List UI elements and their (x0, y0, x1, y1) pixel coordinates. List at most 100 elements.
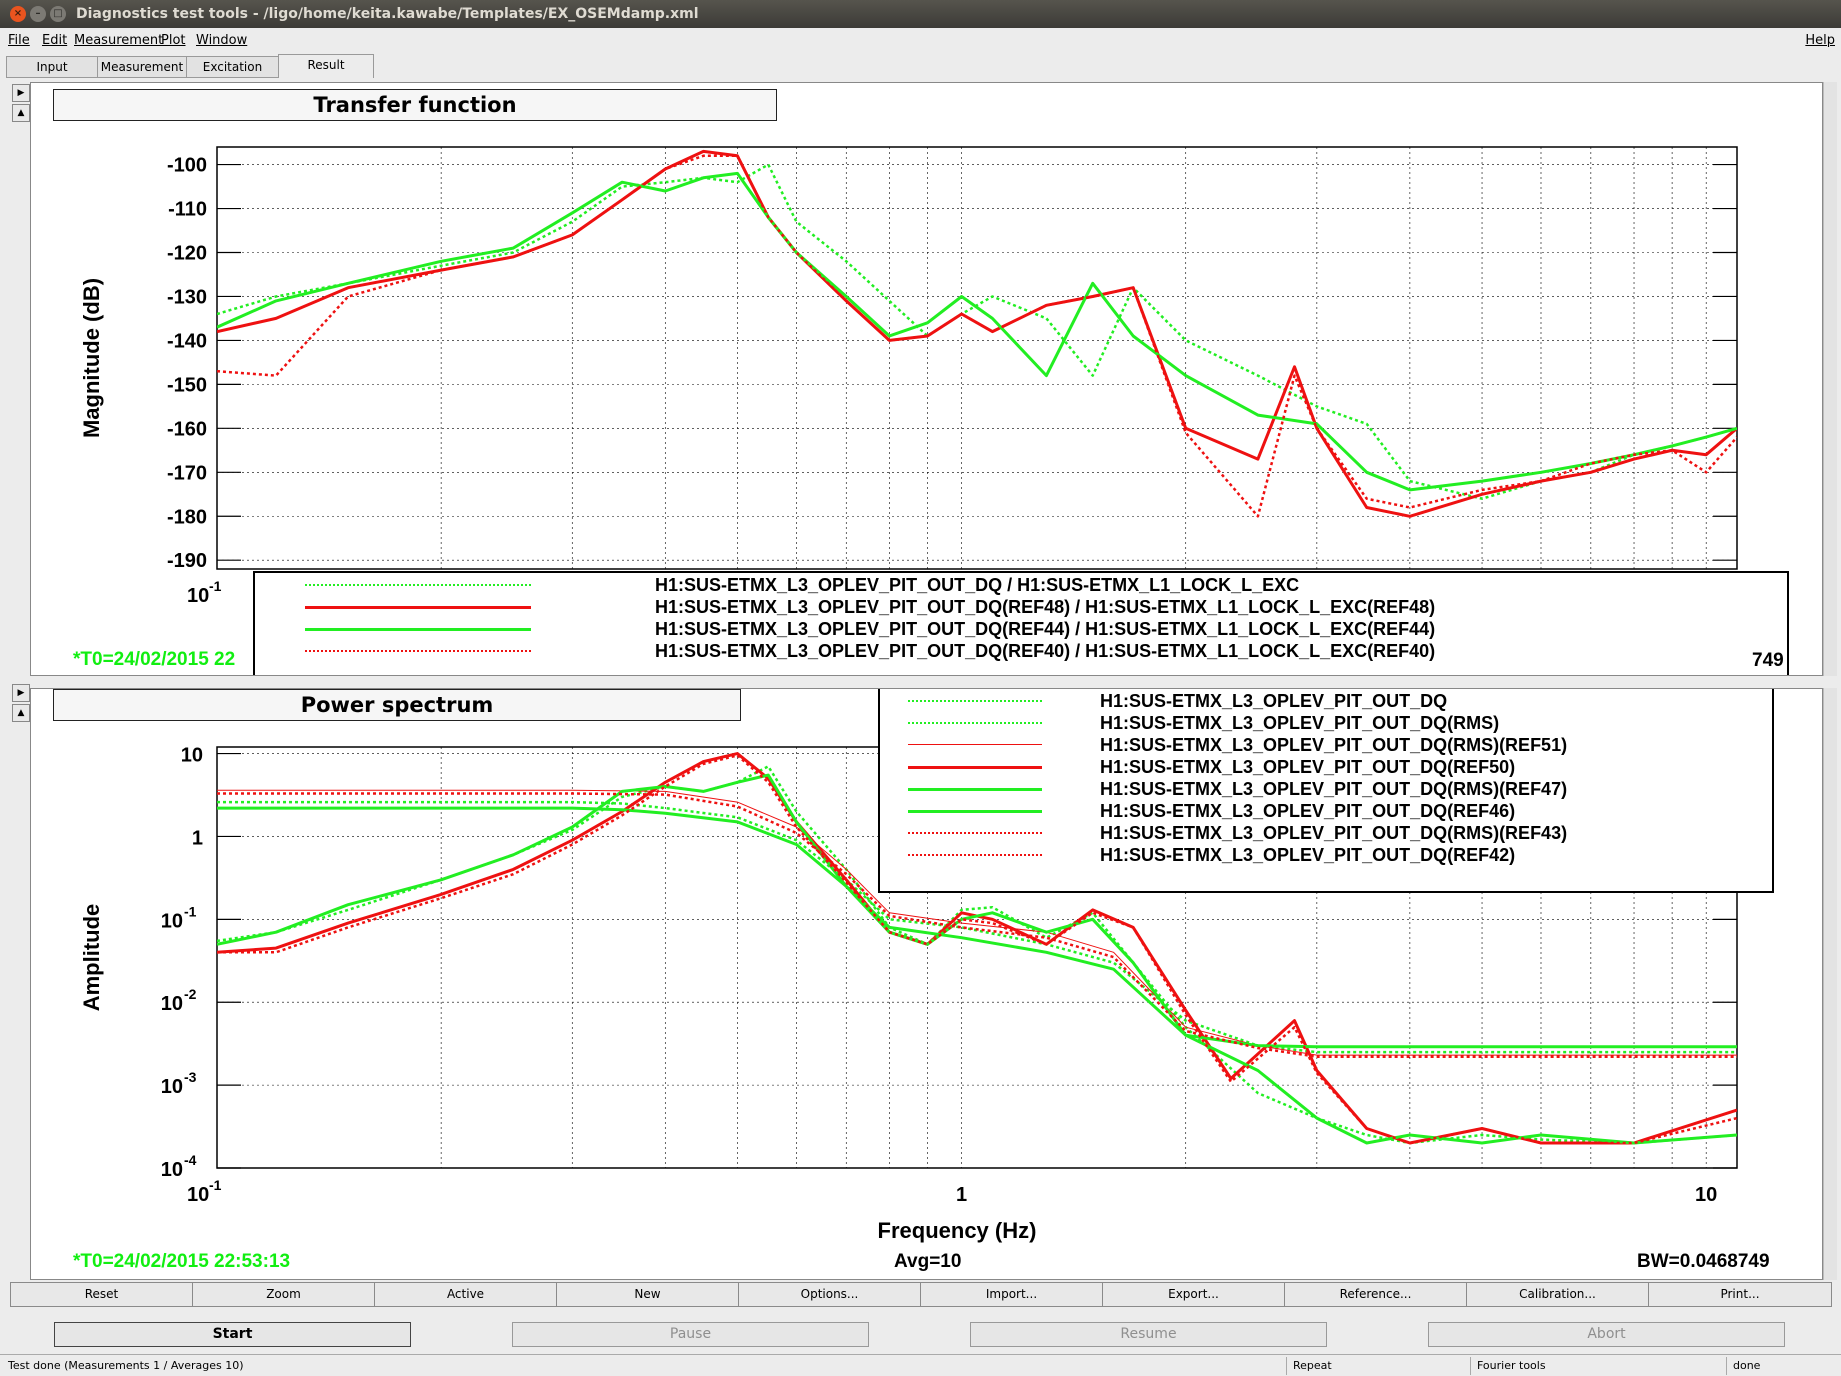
expand-arrow-icon[interactable]: ▶ (12, 684, 30, 702)
ps-avg-value: Avg=10 (894, 1251, 962, 1272)
calibration-button[interactable]: Calibration... (1466, 1282, 1649, 1307)
status-tool: Fourier tools (1470, 1357, 1726, 1375)
y-tick-label: -180 (167, 506, 207, 528)
legend-line-swatch (908, 854, 1042, 856)
zoom-button[interactable]: Zoom (192, 1282, 375, 1307)
y-tick-label: -140 (167, 330, 207, 352)
legend-entry: H1:SUS-ETMX_L3_OPLEV_PIT_OUT_DQ (880, 689, 1772, 713)
status-repeat: Repeat (1286, 1357, 1470, 1375)
start-button[interactable]: Start (54, 1322, 411, 1347)
legend-entry: H1:SUS-ETMX_L3_OPLEV_PIT_OUT_DQ(REF42) (880, 843, 1772, 867)
legend-label: H1:SUS-ETMX_L3_OPLEV_PIT_OUT_DQ(REF44) /… (655, 619, 1436, 639)
legend-label: H1:SUS-ETMX_L3_OPLEV_PIT_OUT_DQ(RMS)(REF… (1100, 735, 1568, 755)
x-tick-label: 10 (187, 1184, 209, 1206)
legend-label: H1:SUS-ETMX_L3_OPLEV_PIT_OUT_DQ(REF48) /… (655, 597, 1436, 617)
legend-label: H1:SUS-ETMX_L3_OPLEV_PIT_OUT_DQ(RMS)(REF… (1100, 823, 1568, 843)
legend-line-swatch (305, 606, 531, 609)
collapse-arrow-icon[interactable]: ▲ (12, 704, 30, 722)
legend-entry: H1:SUS-ETMX_L3_OPLEV_PIT_OUT_DQ(RMS) (880, 711, 1772, 735)
legend-entry: H1:SUS-ETMX_L3_OPLEV_PIT_OUT_DQ(RMS)(REF… (880, 821, 1772, 845)
new-button[interactable]: New (556, 1282, 739, 1307)
scrollbar[interactable] (1823, 82, 1837, 676)
menu-file[interactable]: File (8, 33, 30, 48)
active-button[interactable]: Active (374, 1282, 557, 1307)
import-button[interactable]: Import... (920, 1282, 1103, 1307)
pause-button[interactable]: Pause (512, 1322, 869, 1347)
x-axis-label: Frequency (Hz) (878, 1218, 1037, 1243)
legend-label: H1:SUS-ETMX_L3_OPLEV_PIT_OUT_DQ(REF50) (1100, 757, 1516, 777)
tf-legend: H1:SUS-ETMX_L3_OPLEV_PIT_OUT_DQ / H1:SUS… (253, 571, 1789, 675)
title-bar: × – □ Diagnostics test tools - /ligo/hom… (0, 0, 1841, 28)
legend-line-swatch (305, 650, 531, 652)
tab-input[interactable]: Input (6, 56, 98, 78)
print-button[interactable]: Print... (1648, 1282, 1832, 1307)
menu-help[interactable]: Help (1805, 33, 1835, 48)
reset-button[interactable]: Reset (10, 1282, 193, 1307)
legend-line-swatch (908, 832, 1042, 834)
window-title: Diagnostics test tools - /ligo/home/keit… (76, 6, 699, 22)
measurement-controls: Start Pause Resume Abort (0, 1322, 1841, 1352)
status-message: Test done (Measurements 1 / Averages 10) (8, 1359, 244, 1372)
y-tick-label: 1 (192, 827, 203, 849)
legend-label: H1:SUS-ETMX_L3_OPLEV_PIT_OUT_DQ(REF42) (1100, 845, 1516, 865)
expand-arrow-icon[interactable]: ▶ (12, 84, 30, 102)
y-tick-label-exponent: -2 (184, 986, 197, 1002)
tab-excitation[interactable]: Excitation (186, 56, 279, 78)
tab-measurement[interactable]: Measurement (97, 56, 187, 78)
minimize-window-icon[interactable]: – (30, 6, 46, 22)
power-spectrum-panel: Power spectrum 10 1 10 -1 10 -2 10 -3 10 -4 10 -1 1 1… (30, 688, 1823, 1280)
maximize-window-icon[interactable]: □ (50, 6, 66, 22)
legend-entry: H1:SUS-ETMX_L3_OPLEV_PIT_OUT_DQ(REF46) (880, 799, 1772, 823)
legend-entry: H1:SUS-ETMX_L3_OPLEV_PIT_OUT_DQ(REF44) /… (255, 617, 1787, 641)
y-tick-label: 10 (161, 910, 183, 932)
legend-label: H1:SUS-ETMX_L3_OPLEV_PIT_OUT_DQ(RMS) (1100, 713, 1500, 733)
x-tick-label: 10 (1695, 1184, 1717, 1206)
y-tick-label: -120 (167, 243, 207, 265)
x-tick-label: 1 (956, 1184, 967, 1206)
menu-edit[interactable]: Edit (42, 33, 67, 48)
y-tick-label: 10 (161, 993, 183, 1015)
legend-label: H1:SUS-ETMX_L3_OPLEV_PIT_OUT_DQ(RMS)(REF… (1100, 779, 1568, 799)
legend-line-swatch (908, 700, 1042, 702)
legend-line-swatch (908, 722, 1042, 724)
legend-entry: H1:SUS-ETMX_L3_OPLEV_PIT_OUT_DQ(RMS)(REF… (880, 733, 1772, 757)
resume-button[interactable]: Resume (970, 1322, 1327, 1347)
tf-t0-time: *T0=24/02/2015 22 (73, 649, 236, 670)
status-bar: Test done (Measurements 1 / Averages 10)… (0, 1354, 1841, 1376)
scrollbar[interactable] (1823, 688, 1837, 1280)
y-tick-label: 10 (161, 1159, 183, 1181)
legend-label: H1:SUS-ETMX_L3_OPLEV_PIT_OUT_DQ (1100, 691, 1448, 711)
menu-measurement[interactable]: Measurement (74, 33, 163, 48)
legend-line-swatch (908, 744, 1042, 745)
abort-button[interactable]: Abort (1428, 1322, 1785, 1347)
legend-entry: H1:SUS-ETMX_L3_OPLEV_PIT_OUT_DQ(RMS)(REF… (880, 777, 1772, 801)
plot-frame (216, 146, 1738, 570)
y-axis-label: Amplitude (79, 904, 104, 1012)
options-button[interactable]: Options... (738, 1282, 921, 1307)
y-tick-label: -110 (168, 199, 207, 221)
menu-plot[interactable]: Plot (161, 33, 186, 48)
close-window-icon[interactable]: × (10, 6, 26, 22)
legend-line-swatch (908, 788, 1042, 791)
status-state: done (1726, 1357, 1841, 1375)
export-button[interactable]: Export... (1102, 1282, 1285, 1307)
reference-button[interactable]: Reference... (1284, 1282, 1467, 1307)
legend-entry: H1:SUS-ETMX_L3_OPLEV_PIT_OUT_DQ(REF48) /… (255, 595, 1787, 619)
menu-window[interactable]: Window (196, 33, 247, 48)
y-tick-label: -190 (167, 550, 207, 572)
tab-result[interactable]: Result (278, 54, 374, 78)
y-tick-label: -150 (167, 374, 207, 396)
y-tick-label: 10 (181, 745, 203, 767)
collapse-arrow-icon[interactable]: ▲ (12, 104, 30, 122)
legend-label: H1:SUS-ETMX_L3_OPLEV_PIT_OUT_DQ(REF40) /… (655, 641, 1436, 661)
y-tick-label: -160 (167, 418, 207, 440)
y-tick-label-exponent: -4 (184, 1152, 197, 1168)
legend-entry: H1:SUS-ETMX_L3_OPLEV_PIT_OUT_DQ(REF40) /… (255, 639, 1787, 663)
legend-label: H1:SUS-ETMX_L3_OPLEV_PIT_OUT_DQ / H1:SUS… (655, 575, 1300, 595)
x-tick-label-exponent: -1 (209, 1177, 222, 1193)
legend-entry: H1:SUS-ETMX_L3_OPLEV_PIT_OUT_DQ / H1:SUS… (255, 573, 1787, 597)
legend-entry: H1:SUS-ETMX_L3_OPLEV_PIT_OUT_DQ(REF50) (880, 755, 1772, 779)
menu-bar: File Edit Measurement Plot Window Help (0, 28, 1841, 54)
y-axis-label: Magnitude (dB) (79, 278, 104, 438)
ps-t0-time: *T0=24/02/2015 22:53:13 (73, 1251, 291, 1272)
